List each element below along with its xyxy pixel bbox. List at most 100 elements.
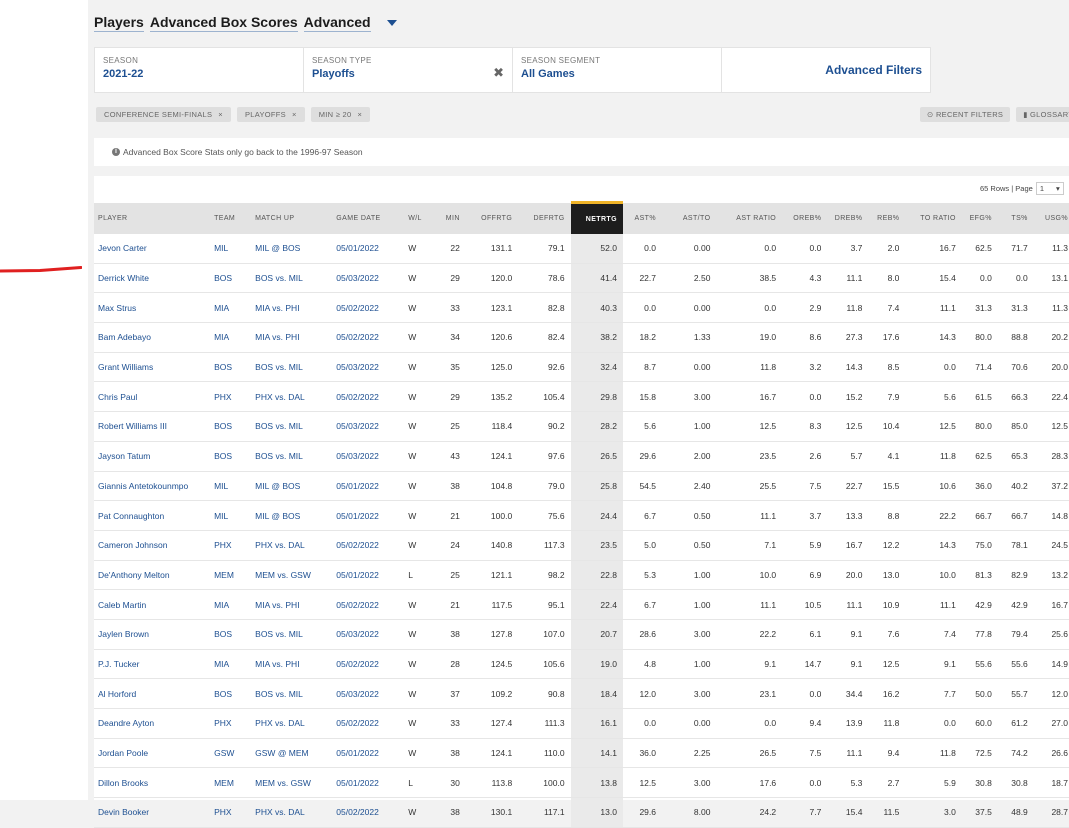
game-date-link[interactable]: 05/02/2022 <box>332 322 405 353</box>
matchup-link[interactable]: MIL @ BOS <box>251 471 333 502</box>
column-header-game-date[interactable]: GAME DATE <box>332 202 405 234</box>
player-link[interactable]: Al Horford <box>94 678 211 709</box>
column-header-team[interactable]: TEAM <box>210 202 252 234</box>
player-link[interactable]: Dillon Brooks <box>94 767 211 799</box>
player-link[interactable]: Caleb Martin <box>94 589 211 620</box>
matchup-link[interactable]: PHX vs. DAL <box>251 708 333 739</box>
game-date-link[interactable]: 05/01/2022 <box>332 500 405 531</box>
player-link[interactable]: Bam Adebayo <box>94 322 211 353</box>
column-header-ast-to[interactable]: AST/TO <box>661 202 717 234</box>
player-link[interactable]: De'Anthony Melton <box>94 560 211 591</box>
game-date-link[interactable]: 05/02/2022 <box>332 530 405 561</box>
game-date-link[interactable]: 05/02/2022 <box>332 292 405 324</box>
close-icon[interactable]: × <box>292 110 297 119</box>
matchup-link[interactable]: MIA vs. PHI <box>251 322 333 353</box>
matchup-link[interactable]: MIL @ BOS <box>251 500 333 531</box>
game-date-link[interactable]: 05/02/2022 <box>332 589 405 620</box>
column-header-match-up[interactable]: MATCH UP <box>251 202 333 234</box>
advanced-filters-button[interactable]: Advanced Filters <box>722 47 931 93</box>
matchup-link[interactable]: MIA vs. PHI <box>251 649 333 680</box>
close-icon[interactable]: × <box>218 110 223 119</box>
column-header-dreb[interactable]: DREB% <box>827 202 869 234</box>
column-header-efg[interactable]: EFG% <box>961 202 998 234</box>
season-type-filter[interactable]: SEASON TYPE Playoffs ✖ <box>304 47 513 93</box>
page-select[interactable]: 1 ▾ <box>1035 182 1064 195</box>
matchup-link[interactable]: PHX vs. DAL <box>251 797 333 828</box>
player-link[interactable]: Grant Williams <box>94 352 211 383</box>
game-date-link[interactable]: 05/03/2022 <box>332 441 405 472</box>
player-link[interactable]: Jaylen Brown <box>94 619 211 650</box>
breadcrumb-players[interactable]: Players <box>94 14 144 32</box>
clear-icon[interactable]: ✖ <box>493 65 504 81</box>
player-link[interactable]: Deandre Ayton <box>94 708 211 739</box>
chip-playoffs[interactable]: PLAYOFFS × <box>236 107 305 122</box>
game-date-link[interactable]: 05/03/2022 <box>332 411 405 442</box>
season-filter[interactable]: SEASON 2021-22 <box>94 47 304 93</box>
player-link[interactable]: Giannis Antetokounmpo <box>94 471 211 502</box>
player-link[interactable]: Robert Williams III <box>94 411 211 442</box>
column-header-offrtg[interactable]: OFFRTG <box>465 202 519 234</box>
column-header-player[interactable]: PLAYER <box>94 202 211 234</box>
chevron-down-icon[interactable] <box>386 20 397 26</box>
column-header-ts[interactable]: TS% <box>997 202 1034 234</box>
game-date-link[interactable]: 05/01/2022 <box>332 738 405 769</box>
player-link[interactable]: Derrick White <box>94 263 211 294</box>
column-header-to-ratio[interactable]: TO RATIO <box>905 202 962 234</box>
player-link[interactable]: Jordan Poole <box>94 738 211 769</box>
column-header-ast[interactable]: AST% <box>622 202 662 234</box>
column-header-usg[interactable]: USG% <box>1033 202 1069 234</box>
breadcrumb-advanced-box-scores[interactable]: Advanced Box Scores <box>149 14 298 32</box>
column-header-min[interactable]: MIN <box>433 202 466 234</box>
breadcrumb-advanced[interactable]: Advanced <box>303 14 371 32</box>
column-header-reb[interactable]: REB% <box>868 202 906 234</box>
matchup-link[interactable]: PHX vs. DAL <box>251 530 333 561</box>
column-header-ast-ratio[interactable]: AST RATIO <box>716 202 783 234</box>
table-cell: 29.6 <box>622 441 662 472</box>
player-link[interactable]: Devin Booker <box>94 797 211 828</box>
game-date-link[interactable]: 05/02/2022 <box>332 797 405 828</box>
game-date-link[interactable]: 05/02/2022 <box>332 381 405 413</box>
matchup-link[interactable]: PHX vs. DAL <box>251 381 333 413</box>
matchup-link[interactable]: GSW @ MEM <box>251 738 333 769</box>
game-date-link[interactable]: 05/02/2022 <box>332 708 405 739</box>
chip-min[interactable]: MIN ≥ 20 × <box>310 107 371 122</box>
game-date-link[interactable]: 05/01/2022 <box>332 471 405 502</box>
player-link[interactable]: Jevon Carter <box>94 234 211 264</box>
player-link[interactable]: Jayson Tatum <box>94 441 211 472</box>
matchup-link[interactable]: MIA vs. PHI <box>251 589 333 620</box>
player-link[interactable]: Pat Connaughton <box>94 500 211 531</box>
close-icon[interactable]: × <box>357 110 362 119</box>
matchup-link[interactable]: BOS vs. MIL <box>251 352 333 383</box>
matchup-link[interactable]: MEM vs. GSW <box>251 767 333 799</box>
table-cell: 42.9 <box>961 589 998 620</box>
game-date-link[interactable]: 05/03/2022 <box>332 678 405 709</box>
matchup-link[interactable]: BOS vs. MIL <box>251 263 333 294</box>
player-link[interactable]: Cameron Johnson <box>94 530 211 561</box>
game-date-link[interactable]: 05/01/2022 <box>332 560 405 591</box>
game-date-link[interactable]: 05/03/2022 <box>332 619 405 650</box>
matchup-link[interactable]: MIA vs. PHI <box>251 292 333 324</box>
column-header-oreb[interactable]: OREB% <box>782 202 828 234</box>
recent-filters-button[interactable]: ⊙ RECENT FILTERS <box>920 107 1011 122</box>
game-date-link[interactable]: 05/01/2022 <box>332 767 405 799</box>
player-link[interactable]: Chris Paul <box>94 381 211 413</box>
season-segment-filter[interactable]: SEASON SEGMENT All Games <box>513 47 722 93</box>
game-date-link[interactable]: 05/02/2022 <box>332 649 405 680</box>
column-header-w-l[interactable]: W/L <box>404 202 434 234</box>
matchup-link[interactable]: MEM vs. GSW <box>251 560 333 591</box>
table-cell: 14.8 <box>1033 500 1069 531</box>
matchup-link[interactable]: BOS vs. MIL <box>251 678 333 709</box>
game-date-link[interactable]: 05/03/2022 <box>332 352 405 383</box>
matchup-link[interactable]: MIL @ BOS <box>251 234 333 264</box>
player-link[interactable]: P.J. Tucker <box>94 649 211 680</box>
player-link[interactable]: Max Strus <box>94 292 211 324</box>
chip-conference-semi-finals[interactable]: CONFERENCE SEMI-FINALS × <box>96 107 231 122</box>
matchup-link[interactable]: BOS vs. MIL <box>251 411 333 442</box>
column-header-defrtg[interactable]: DEFRTG <box>518 202 571 234</box>
matchup-link[interactable]: BOS vs. MIL <box>251 441 333 472</box>
glossary-button[interactable]: ▮ GLOSSARY <box>1016 107 1069 122</box>
game-date-link[interactable]: 05/01/2022 <box>332 234 405 264</box>
game-date-link[interactable]: 05/03/2022 <box>332 263 405 294</box>
column-header-netrtg[interactable]: NETRTG <box>570 201 623 234</box>
matchup-link[interactable]: BOS vs. MIL <box>251 619 333 650</box>
